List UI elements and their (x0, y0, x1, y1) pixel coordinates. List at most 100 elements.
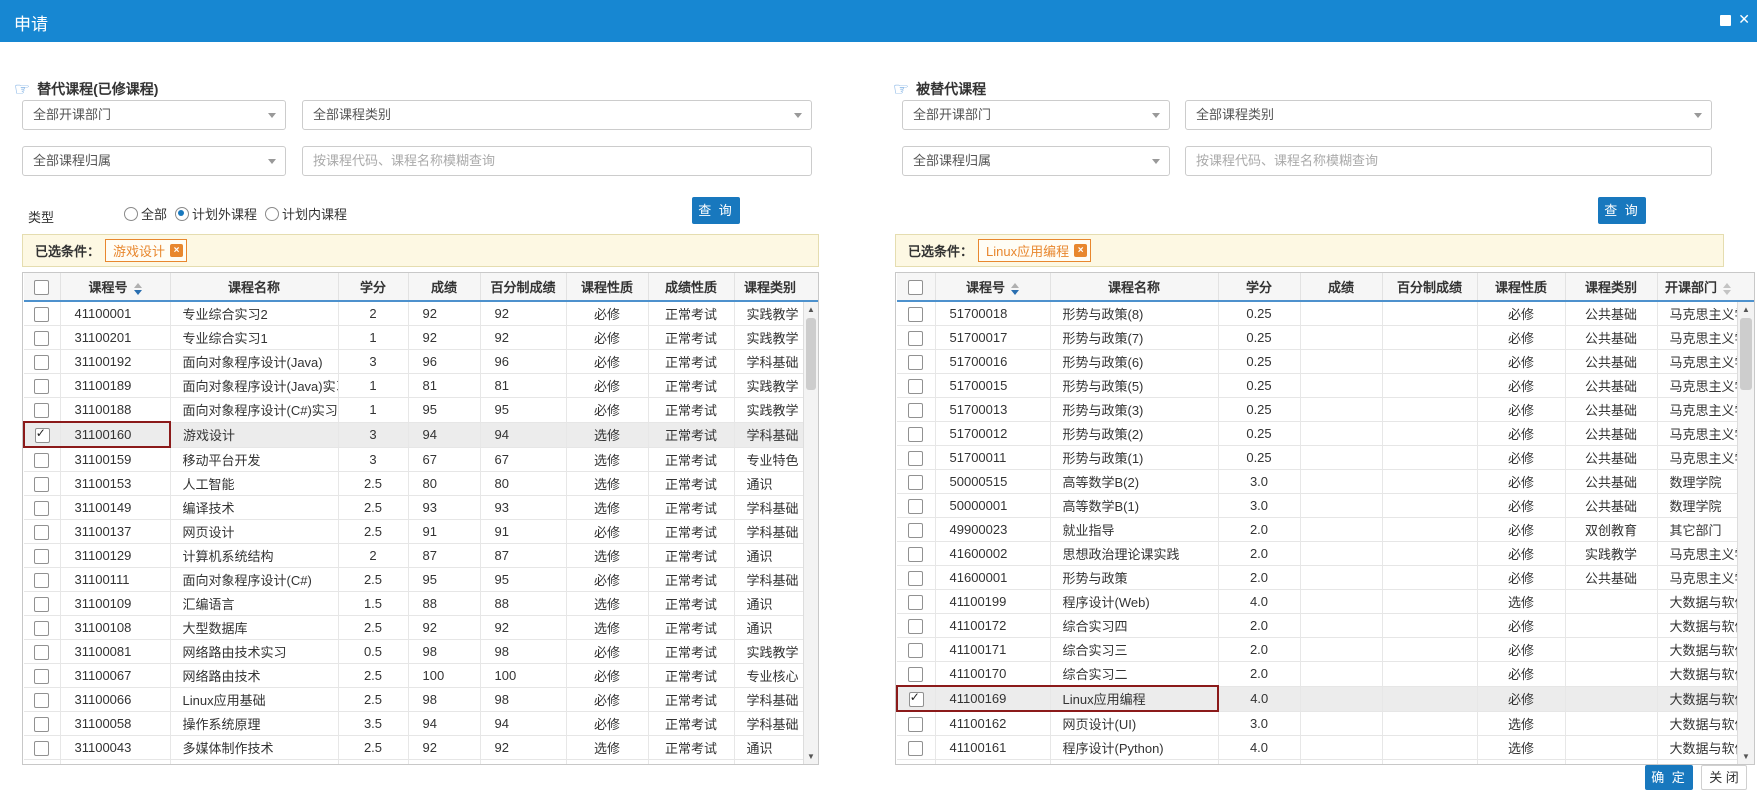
scroll-up-icon[interactable]: ▲ (804, 303, 818, 316)
row-checkbox[interactable] (34, 693, 49, 708)
row-checkbox[interactable] (908, 475, 923, 490)
row-checkbox[interactable] (35, 428, 50, 443)
confirm-button[interactable]: 确 定 (1645, 765, 1693, 790)
table-row[interactable]: 41100199程序设计(Web)4.0选修大数据与软件学院 (897, 590, 1739, 614)
table-row[interactable]: 49900023就业指导2.0必修双创教育其它部门 (897, 518, 1739, 542)
row-checkbox[interactable] (908, 643, 923, 658)
table-row[interactable]: 41600002思想政治理论课实践2.0必修实践教学马克思主义学院 (897, 542, 1739, 566)
table-row[interactable]: 31100149编译技术2.59393选修正常考试学科基础 (24, 496, 806, 520)
scroll-up-icon[interactable]: ▲ (1738, 303, 1754, 316)
table-row[interactable]: 31100188面向对象程序设计(C#)实习19595必修正常考试实践教学 (24, 398, 806, 423)
table-row[interactable]: 31100108大型数据库2.59292选修正常考试通识 (24, 616, 806, 640)
table-row[interactable]: 41100162网页设计(UI)3.0选修大数据与软件学院 (897, 711, 1739, 736)
row-checkbox[interactable] (908, 499, 923, 514)
table-row[interactable]: 31100160游戏设计39494选修正常考试学科基础 (24, 422, 806, 447)
remove-tag-icon[interactable]: × (1074, 244, 1087, 257)
type-radio-计划外课程[interactable] (175, 207, 189, 221)
table-row[interactable]: 31100109汇编语言1.58888选修正常考试通识 (24, 592, 806, 616)
row-checkbox[interactable] (34, 525, 49, 540)
row-checkbox[interactable] (34, 645, 49, 660)
row-checkbox[interactable] (908, 355, 923, 370)
close-icon[interactable]: ✕ (1738, 11, 1750, 28)
select-all-header[interactable] (897, 273, 935, 301)
table-row[interactable]: 31100201专业综合实习119292必修正常考试实践教学 (24, 326, 806, 350)
row-checkbox[interactable] (34, 403, 49, 418)
row-checkbox[interactable] (908, 619, 923, 634)
row-checkbox[interactable] (908, 307, 923, 322)
table-row[interactable]: 41600001形势与政策2.0必修公共基础马克思主义学院 (897, 566, 1739, 590)
row-checkbox[interactable] (34, 717, 49, 732)
table-row[interactable]: 50000001高等数学B(1)3.0必修公共基础数理学院 (897, 494, 1739, 518)
row-checkbox[interactable] (34, 549, 49, 564)
right-query-button[interactable]: 查 询 (1598, 197, 1646, 224)
table-row[interactable]: 31100189面向对象程序设计(Java)实习18181必修正常考试实践教学 (24, 374, 806, 398)
row-checkbox[interactable] (909, 692, 924, 707)
remove-tag-icon[interactable]: × (170, 244, 183, 257)
row-checkbox[interactable] (34, 597, 49, 612)
row-checkbox[interactable] (34, 501, 49, 516)
table-row[interactable]: 41100172综合实习四2.0必修大数据与软件学院 (897, 614, 1739, 638)
row-checkbox[interactable] (34, 573, 49, 588)
table-row[interactable]: 51700016形势与政策(6)0.25必修公共基础马克思主义学院 (897, 350, 1739, 374)
left-dept-select[interactable]: 全部开课部门 (22, 100, 286, 130)
table-row[interactable]: 41100171综合实习三2.0必修大数据与软件学院 (897, 638, 1739, 662)
scroll-down-icon[interactable]: ▼ (1738, 750, 1754, 763)
right-belong-select[interactable]: 全部课程归属 (902, 146, 1170, 176)
table-row[interactable]: 31100111面向对象程序设计(C#)2.59595必修正常考试学科基础 (24, 568, 806, 592)
row-checkbox[interactable] (34, 621, 49, 636)
scrollbar-thumb[interactable] (1740, 318, 1752, 390)
table-row[interactable]: 31100066Linux应用基础2.59898必修正常考试学科基础 (24, 688, 806, 712)
table-row[interactable]: 41100154大数据数据库技术3.0选修大数据与软件学院 (897, 760, 1739, 766)
left-query-button[interactable]: 查 询 (692, 197, 740, 224)
type-radio-计划内课程[interactable] (265, 207, 279, 221)
row-checkbox[interactable] (34, 331, 49, 346)
row-checkbox[interactable] (908, 547, 923, 562)
column-header[interactable]: 课程号 (935, 273, 1050, 301)
select-all-header[interactable] (24, 273, 60, 301)
row-checkbox[interactable] (908, 571, 923, 586)
right-dept-select[interactable]: 全部开课部门 (902, 100, 1170, 130)
table-row[interactable]: 31100129计算机系统结构28787选修正常考试通识 (24, 544, 806, 568)
left-category-select[interactable]: 全部课程类别 (302, 100, 812, 130)
table-row[interactable]: 50000515高等数学B(2)3.0必修公共基础数理学院 (897, 470, 1739, 494)
row-checkbox[interactable] (908, 741, 923, 756)
table-row[interactable]: 51700011形势与政策(1)0.25必修公共基础马克思主义学院 (897, 446, 1739, 470)
sort-icon[interactable] (1723, 283, 1731, 295)
table-row[interactable]: 51700015形势与政策(5)0.25必修公共基础马克思主义学院 (897, 374, 1739, 398)
table-row[interactable]: 41100170综合实习二2.0必修大数据与软件学院 (897, 662, 1739, 687)
table-row[interactable]: 51700018形势与政策(8)0.25必修公共基础马克思主义学院 (897, 301, 1739, 326)
row-checkbox[interactable] (908, 523, 923, 538)
sort-icon[interactable] (1011, 283, 1019, 295)
row-checkbox[interactable] (34, 355, 49, 370)
row-checkbox[interactable] (34, 307, 49, 322)
row-checkbox[interactable] (908, 331, 923, 346)
row-checkbox[interactable] (908, 403, 923, 418)
table-row[interactable]: 31100192面向对象程序设计(Java)39696必修正常考试学科基础 (24, 350, 806, 374)
row-checkbox[interactable] (908, 595, 923, 610)
column-header[interactable]: 课程号 (60, 273, 170, 301)
table-row[interactable] (24, 760, 806, 766)
table-row[interactable]: 31100159移动平台开发36767选修正常考试专业特色 (24, 447, 806, 472)
sort-icon[interactable] (134, 283, 142, 295)
row-checkbox[interactable] (908, 427, 923, 442)
row-checkbox[interactable] (34, 741, 49, 756)
right-search-input[interactable]: 按课程代码、课程名称模糊查询 (1185, 146, 1712, 176)
row-checkbox[interactable] (908, 379, 923, 394)
table-row[interactable]: 31100137网页设计2.59191必修正常考试学科基础 (24, 520, 806, 544)
table-row[interactable]: 51700013形势与政策(3)0.25必修公共基础马克思主义学院 (897, 398, 1739, 422)
row-checkbox[interactable] (908, 280, 923, 295)
table-row[interactable]: 41100161程序设计(Python)4.0选修大数据与软件学院 (897, 736, 1739, 760)
scroll-down-icon[interactable]: ▼ (804, 750, 818, 763)
row-checkbox[interactable] (34, 477, 49, 492)
table-row[interactable]: 41100001专业综合实习229292必修正常考试实践教学 (24, 301, 806, 326)
table-row[interactable]: 31100081网络路由技术实习0.59898必修正常考试实践教学 (24, 640, 806, 664)
row-checkbox[interactable] (34, 669, 49, 684)
row-checkbox[interactable] (908, 667, 923, 682)
minimize-icon[interactable] (1720, 15, 1731, 26)
row-checkbox[interactable] (34, 280, 49, 295)
scrollbar-thumb[interactable] (806, 318, 816, 390)
table-row[interactable]: 31100067网络路由技术2.5100100必修正常考试专业核心 (24, 664, 806, 688)
type-radio-全部[interactable] (124, 207, 138, 221)
row-checkbox[interactable] (908, 717, 923, 732)
right-vertical-scrollbar[interactable]: ▲ ▼ (1737, 302, 1754, 764)
